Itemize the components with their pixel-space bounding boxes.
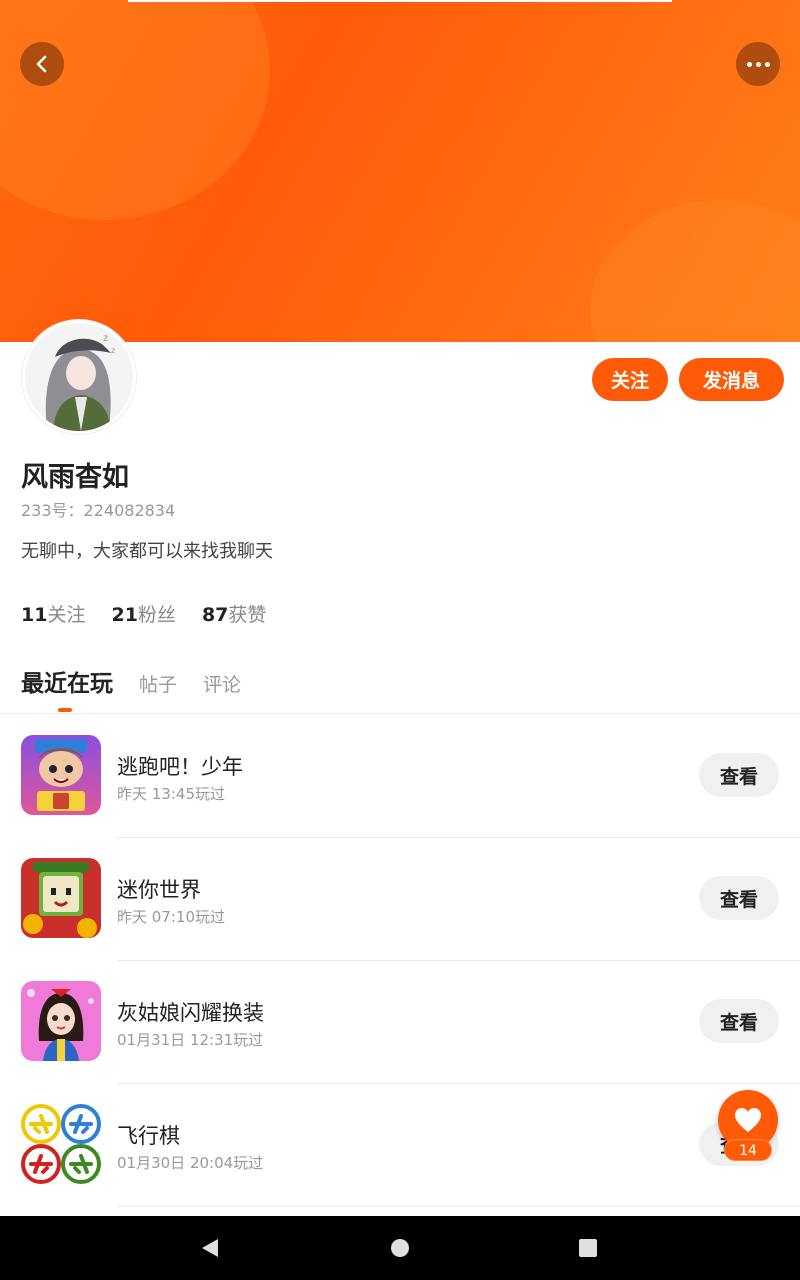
tab-recently-played[interactable]: 最近在玩	[21, 664, 113, 698]
like-count: 14	[724, 1139, 772, 1161]
stat-label: 粉丝	[137, 604, 176, 626]
view-button[interactable]: 查看	[699, 876, 779, 920]
stat-number: 21	[111, 604, 138, 626]
divider	[0, 713, 800, 714]
avatar[interactable]: z z	[22, 320, 136, 434]
svg-text:z: z	[103, 333, 108, 344]
game-icon-mini-world	[21, 858, 101, 938]
stat-number: 87	[201, 604, 229, 626]
more-dots-icon	[746, 61, 752, 67]
home-circle-icon	[391, 1239, 409, 1257]
tab-indicator	[58, 708, 72, 712]
profile-stats: 11 关注 21 粉丝 87 获赞	[21, 600, 292, 627]
game-played-time: 昨天 13:45玩过	[117, 785, 225, 803]
game-name: 灰姑娘闪耀换装	[117, 1001, 264, 1025]
game-icon-escape	[21, 735, 101, 815]
profile-banner	[0, 0, 800, 342]
view-button[interactable]: 查看	[699, 999, 779, 1043]
tab-posts[interactable]: 帖子	[139, 670, 177, 697]
list-item[interactable]: 灰姑娘闪耀换装 01月31日 12:31玩过 查看	[0, 961, 800, 1084]
message-button[interactable]: 发消息	[679, 358, 784, 401]
game-icon-cinderella	[21, 981, 101, 1061]
back-triangle-icon	[202, 1239, 218, 1257]
nav-recents-button[interactable]	[576, 1236, 600, 1260]
user-id: 233号：224082834	[21, 501, 176, 520]
game-name: 飞行棋	[117, 1124, 180, 1148]
stat-label: 获赞	[228, 604, 267, 626]
game-icon-ludo	[21, 1104, 101, 1184]
divider	[117, 1206, 800, 1207]
stat-likes[interactable]: 87 获赞	[202, 600, 266, 627]
back-button[interactable]	[20, 42, 64, 86]
game-played-time: 昨天 07:10玩过	[117, 908, 225, 926]
more-button[interactable]	[736, 42, 780, 86]
stat-following[interactable]: 11 关注	[21, 600, 85, 627]
game-played-time: 01月31日 12:31玩过	[117, 1031, 264, 1049]
nav-back-button[interactable]	[198, 1236, 222, 1260]
tab-comments[interactable]: 评论	[203, 670, 241, 697]
system-nav-bar	[0, 1216, 800, 1280]
profile-page: z z 关注 发消息 风雨杳如 233号：224082834 无聊中，大家都可以…	[0, 0, 800, 1280]
username: 风雨杳如	[21, 462, 129, 493]
view-button[interactable]: 查看	[699, 753, 779, 797]
list-item[interactable]: 迷你世界 昨天 07:10玩过 查看	[0, 838, 800, 961]
stat-followers[interactable]: 21 粉丝	[111, 600, 175, 627]
chevron-left-icon	[36, 55, 47, 73]
heart-icon	[735, 1108, 761, 1132]
follow-button[interactable]: 关注	[592, 358, 668, 401]
game-name: 迷你世界	[117, 878, 201, 902]
list-item[interactable]: 飞行棋 01月30日 20:04玩过 查看	[0, 1084, 800, 1207]
stat-label: 关注	[47, 604, 86, 626]
profile-tabs: 最近在玩 帖子 评论	[21, 664, 267, 698]
game-played-time: 01月30日 20:04玩过	[117, 1154, 264, 1172]
game-name: 逃跑吧！少年	[117, 755, 243, 779]
list-item[interactable]: 逃跑吧！少年 昨天 13:45玩过 查看	[0, 715, 800, 838]
stat-number: 11	[21, 604, 48, 626]
svg-text:z: z	[111, 346, 115, 355]
user-bio: 无聊中，大家都可以来找我聊天	[21, 541, 273, 562]
nav-home-button[interactable]	[388, 1236, 412, 1260]
recents-square-icon	[579, 1239, 597, 1257]
